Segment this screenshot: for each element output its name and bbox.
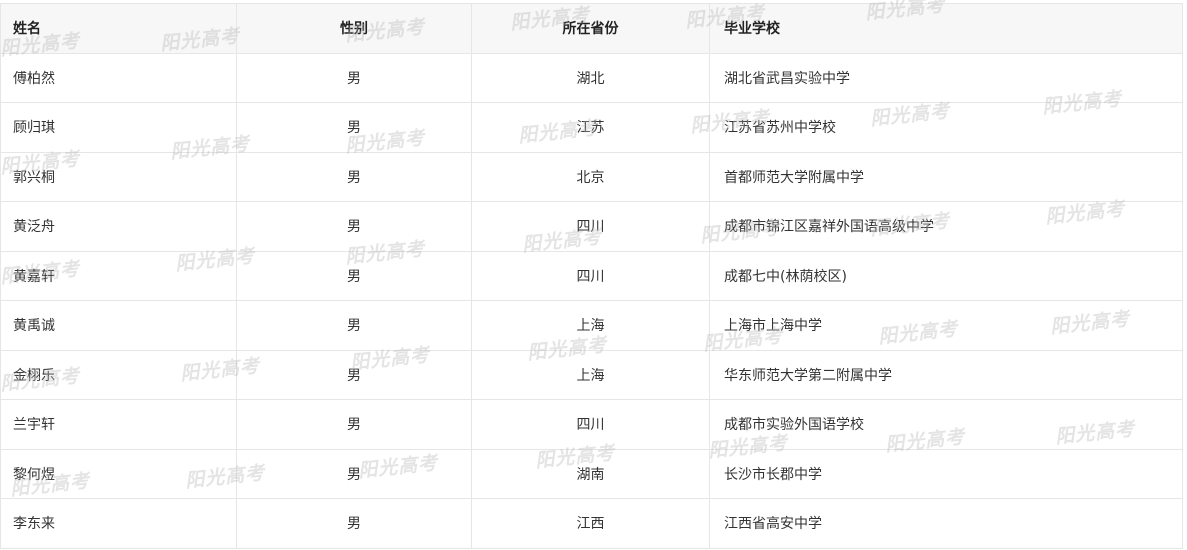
cell-name: 郭兴桐 xyxy=(0,151,237,202)
cell-school: 上海市上海中学 xyxy=(709,300,1183,351)
cell-province: 江苏 xyxy=(471,102,710,153)
cell-name: 傅柏然 xyxy=(0,52,237,103)
cell-name: 李东来 xyxy=(0,498,237,549)
header-gender: 性别 xyxy=(236,3,472,54)
cell-name: 顾归琪 xyxy=(0,102,237,153)
table-row: 傅柏然 男 湖北 湖北省武昌实验中学 xyxy=(0,52,1183,103)
cell-gender: 男 xyxy=(236,498,472,549)
table-row: 郭兴桐 男 北京 首都师范大学附属中学 xyxy=(0,151,1183,202)
cell-name: 黄嘉轩 xyxy=(0,250,237,301)
cell-school: 华东师范大学第二附属中学 xyxy=(709,349,1183,400)
cell-gender: 男 xyxy=(236,201,472,252)
cell-province: 湖南 xyxy=(471,448,710,499)
cell-province: 上海 xyxy=(471,349,710,400)
table-body: 傅柏然 男 湖北 湖北省武昌实验中学 顾归琪 男 江苏 江苏省苏州中学校 郭兴桐… xyxy=(0,52,1183,549)
cell-school: 江苏省苏州中学校 xyxy=(709,102,1183,153)
table-row: 金栩乐 男 上海 华东师范大学第二附属中学 xyxy=(0,349,1183,400)
cell-gender: 男 xyxy=(236,52,472,103)
cell-name: 金栩乐 xyxy=(0,349,237,400)
cell-name: 黄泛舟 xyxy=(0,201,237,252)
table-row: 顾归琪 男 江苏 江苏省苏州中学校 xyxy=(0,102,1183,153)
cell-gender: 男 xyxy=(236,102,472,153)
cell-province: 江西 xyxy=(471,498,710,549)
cell-province: 四川 xyxy=(471,250,710,301)
cell-gender: 男 xyxy=(236,399,472,450)
table-row: 黄嘉轩 男 四川 成都七中(林荫校区) xyxy=(0,250,1183,301)
cell-school: 成都七中(林荫校区) xyxy=(709,250,1183,301)
header-name: 姓名 xyxy=(0,3,237,54)
cell-province: 四川 xyxy=(471,399,710,450)
cell-province: 四川 xyxy=(471,201,710,252)
table-header-row: 姓名 性别 所在省份 毕业学校 xyxy=(0,3,1183,54)
cell-gender: 男 xyxy=(236,448,472,499)
admissions-table-container: 姓名 性别 所在省份 毕业学校 傅柏然 男 湖北 湖北省武昌实验中学 顾归琪 男… xyxy=(0,3,1183,549)
cell-school: 江西省高安中学 xyxy=(709,498,1183,549)
cell-gender: 男 xyxy=(236,349,472,400)
cell-province: 上海 xyxy=(471,300,710,351)
cell-province: 湖北 xyxy=(471,52,710,103)
cell-name: 黄禹诚 xyxy=(0,300,237,351)
header-school: 毕业学校 xyxy=(709,3,1183,54)
cell-gender: 男 xyxy=(236,250,472,301)
cell-school: 湖北省武昌实验中学 xyxy=(709,52,1183,103)
table-row: 李东来 男 江西 江西省高安中学 xyxy=(0,498,1183,549)
header-province: 所在省份 xyxy=(471,3,710,54)
table-row: 兰宇轩 男 四川 成都市实验外国语学校 xyxy=(0,399,1183,450)
table-row: 黄禹诚 男 上海 上海市上海中学 xyxy=(0,300,1183,351)
cell-school: 首都师范大学附属中学 xyxy=(709,151,1183,202)
cell-name: 兰宇轩 xyxy=(0,399,237,450)
cell-province: 北京 xyxy=(471,151,710,202)
cell-school: 长沙市长郡中学 xyxy=(709,448,1183,499)
cell-gender: 男 xyxy=(236,300,472,351)
table-row: 黎何煜 男 湖南 长沙市长郡中学 xyxy=(0,448,1183,499)
student-table: 姓名 性别 所在省份 毕业学校 傅柏然 男 湖北 湖北省武昌实验中学 顾归琪 男… xyxy=(0,3,1183,549)
cell-school: 成都市锦江区嘉祥外国语高级中学 xyxy=(709,201,1183,252)
cell-gender: 男 xyxy=(236,151,472,202)
cell-school: 成都市实验外国语学校 xyxy=(709,399,1183,450)
table-row: 黄泛舟 男 四川 成都市锦江区嘉祥外国语高级中学 xyxy=(0,201,1183,252)
cell-name: 黎何煜 xyxy=(0,448,237,499)
table-header: 姓名 性别 所在省份 毕业学校 xyxy=(0,3,1183,54)
